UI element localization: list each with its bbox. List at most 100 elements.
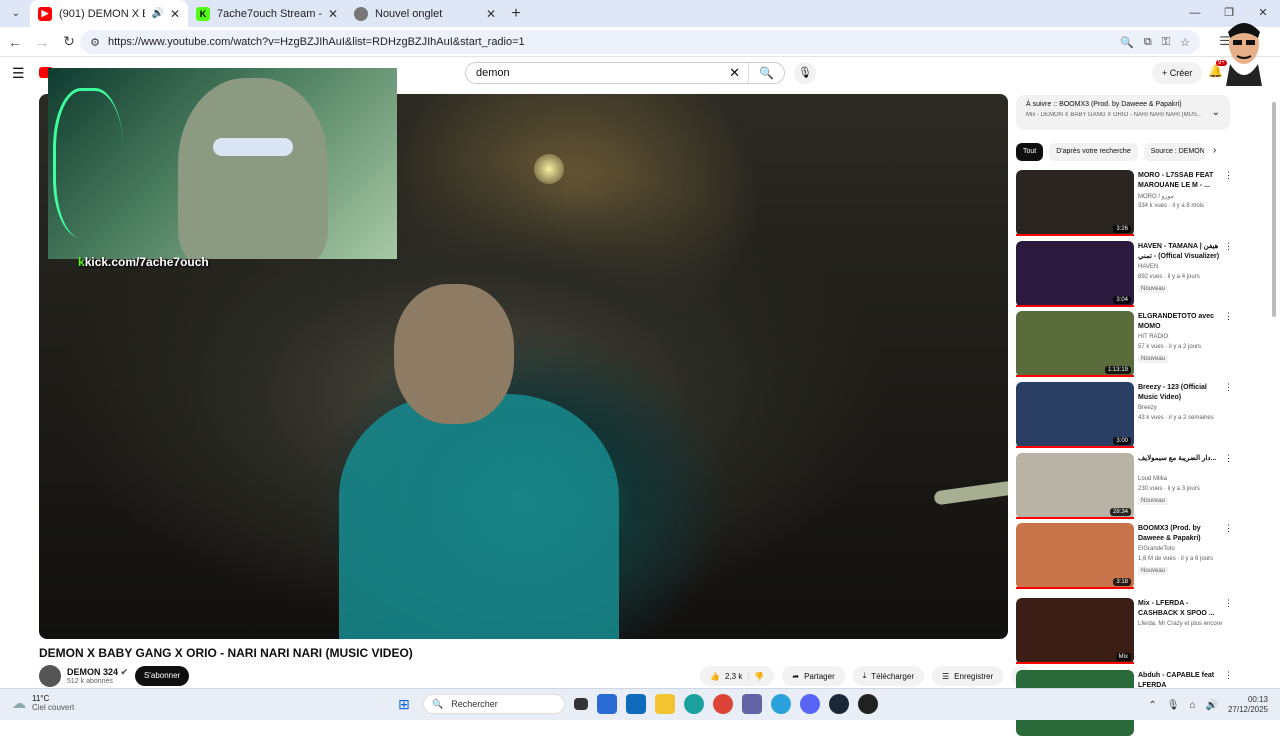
channel-avatar[interactable] — [39, 665, 61, 687]
tab-youtube[interactable]: ▶ (901) DEMON X BABY GANG X ORIO 🔊 ✕ — [30, 0, 188, 27]
recommendation-thumbnail[interactable]: 3:18 — [1016, 523, 1134, 589]
chevron-right-icon[interactable]: › — [1213, 145, 1216, 156]
more-options-icon[interactable]: ⋮ — [1224, 670, 1233, 681]
like-count[interactable]: 2,3 k — [725, 672, 742, 681]
task-view-icon[interactable] — [574, 698, 588, 710]
tab-close-icon[interactable]: ✕ — [328, 7, 338, 21]
recommendation-channel[interactable]: HIT RADIO — [1138, 334, 1168, 340]
recommendation-thumbnail[interactable]: 3:00 — [1016, 382, 1134, 448]
search-button-icon[interactable]: 🔍 — [748, 63, 784, 83]
network-icon[interactable]: ⌂ — [1189, 700, 1195, 711]
minimize-icon[interactable]: — — [1178, 0, 1212, 27]
chip-search[interactable]: D'après votre recherche — [1049, 143, 1138, 161]
chrome-icon[interactable] — [713, 694, 733, 714]
more-options-icon[interactable]: ⋮ — [1224, 453, 1233, 464]
forward-icon[interactable]: → — [30, 34, 54, 50]
subscribe-button[interactable]: S'abonner — [135, 666, 190, 686]
recommendation-channel[interactable]: Loud Milka — [1138, 476, 1167, 482]
telegram-icon[interactable] — [771, 694, 791, 714]
recommendation-item[interactable]: 3:04 HAVEN - TAMANA | هيفن - تمني (Offica… — [1016, 241, 1236, 307]
more-options-icon[interactable]: ⋮ — [1224, 311, 1233, 322]
password-key-icon[interactable]: ⚿ — [1162, 36, 1170, 49]
scrollbar[interactable] — [1270, 94, 1278, 688]
clock[interactable]: 00:13 27/12/2025 — [1228, 695, 1268, 715]
recommendation-item[interactable]: 3:26 MORO - L7SSAB FEAT MAROUANE LE M - .… — [1016, 170, 1236, 236]
tab-close-icon[interactable]: ✕ — [486, 7, 496, 21]
recommendation-title[interactable]: Mix - LFERDA - CASHBACK X SPOO ... — [1138, 599, 1222, 619]
edge-icon[interactable] — [684, 694, 704, 714]
scrollbar-thumb[interactable] — [1272, 102, 1276, 317]
recommendation-title[interactable]: MORO - L7SSAB FEAT MAROUANE LE M - ... — [1138, 171, 1222, 191]
more-options-icon[interactable]: ⋮ — [1224, 523, 1233, 534]
app-icon[interactable] — [858, 694, 878, 714]
recommendation-item[interactable]: Mix Mix - LFERDA - CASHBACK X SPOO ... Lfe… — [1016, 598, 1236, 664]
tab-close-icon[interactable]: ✕ — [170, 7, 180, 21]
clear-search-icon[interactable]: ✕ — [729, 65, 740, 81]
download-button[interactable]: ⤓ Télécharger — [852, 666, 924, 686]
teams-icon[interactable] — [742, 694, 762, 714]
recommendation-item[interactable]: 3:00 Breezy - 123 (Official Music Video) B… — [1016, 382, 1236, 448]
channel-name[interactable]: DEMON 324 ✔ — [67, 667, 128, 678]
share-button[interactable]: ➦ Partager — [782, 666, 845, 686]
recommendation-channel[interactable]: Lferda, Mr Crazy et plus encore — [1138, 621, 1222, 627]
cast-icon[interactable]: ⧉ — [1144, 36, 1152, 49]
search-input[interactable]: demon — [476, 67, 729, 79]
mic-tray-icon[interactable]: 🎙 — [1167, 700, 1180, 711]
back-icon[interactable]: ← — [3, 34, 27, 50]
taskbar-search[interactable]: 🔍 Rechercher — [423, 694, 565, 714]
tray-chevron-up-icon[interactable]: ⌃ — [1148, 700, 1156, 711]
save-button[interactable]: ☰ Enregistrer — [931, 666, 1004, 686]
chevron-down-icon[interactable]: ⌄ — [1212, 107, 1220, 118]
bookmark-star-icon[interactable]: ☆ — [1180, 36, 1190, 49]
chip-source[interactable]: Source : DEMON 324 — [1143, 143, 1204, 161]
more-options-icon[interactable]: ⋮ — [1224, 170, 1233, 181]
speaker-icon[interactable]: 🔊 — [151, 8, 163, 19]
recommendation-title[interactable]: دار الضريبة مع سيمولايف... — [1138, 454, 1222, 464]
recommendation-title[interactable]: Breezy - 123 (Official Music Video) — [1138, 383, 1222, 403]
more-options-icon[interactable]: ⋮ — [1224, 241, 1233, 252]
up-next-panel[interactable]: À suivre :: BOOMX3 (Prod. by Daweee & Pa… — [1016, 95, 1230, 130]
file-explorer-icon[interactable] — [655, 694, 675, 714]
omnibox[interactable]: ⚙ https://www.youtube.com/watch?v=HzgBZJ… — [80, 30, 1200, 54]
recommendation-channel[interactable]: MORO / مورو — [1138, 193, 1174, 200]
site-info-icon[interactable]: ⚙ — [84, 36, 106, 49]
reload-icon[interactable]: ↻ — [57, 33, 81, 50]
recommendation-thumbnail[interactable]: 3:26 — [1016, 170, 1134, 236]
recommendation-thumbnail[interactable]: 3:04 — [1016, 241, 1134, 307]
steam-icon[interactable] — [829, 694, 849, 714]
voice-search-icon[interactable]: 🎙 — [794, 62, 816, 84]
search-box[interactable]: demon ✕ 🔍 — [465, 62, 785, 84]
chip-all[interactable]: Tout — [1016, 143, 1044, 161]
recommendation-channel[interactable]: HAVEN — [1138, 264, 1158, 270]
tab-new[interactable]: Nouvel onglet ✕ — [346, 0, 504, 27]
weather-widget[interactable]: ☁ 11°C Ciel couvert — [12, 694, 74, 712]
volume-icon[interactable]: 🔊 — [1206, 700, 1218, 711]
notifications-icon[interactable]: 🔔 9+ — [1208, 60, 1227, 78]
recommendation-item[interactable]: 1:13:19 ELGRANDETOTO avec MOMO HIT RADIO 57… — [1016, 311, 1236, 377]
recommendation-channel[interactable]: Breezy — [1138, 405, 1157, 411]
recommendation-thumbnail[interactable]: 28:34 — [1016, 453, 1134, 519]
outlook-icon[interactable] — [626, 694, 646, 714]
create-button[interactable]: + Créer — [1152, 62, 1203, 84]
recommendation-thumbnail[interactable]: Mix — [1016, 598, 1134, 664]
recommendation-thumbnail[interactable]: 1:13:19 — [1016, 311, 1134, 377]
menu-icon[interactable]: ☰ — [12, 65, 25, 82]
tab-kick[interactable]: K 7ache7ouch Stream - Watch Live on Kick… — [188, 0, 346, 27]
recommendation-item[interactable]: 28:34 دار الضريبة مع سيمولايف... Loud Milk… — [1016, 453, 1236, 519]
recommendation-title[interactable]: ELGRANDETOTO avec MOMO — [1138, 312, 1222, 332]
url-text[interactable]: https://www.youtube.com/watch?v=HzgBZJIh… — [108, 36, 525, 48]
dislike-icon[interactable]: 👎 — [754, 672, 764, 681]
recommendation-item[interactable]: 3:18 BOOMX3 (Prod. by Daweee & Papakri) El… — [1016, 523, 1236, 589]
more-options-icon[interactable]: ⋮ — [1224, 382, 1233, 393]
recommendation-title[interactable]: HAVEN - TAMANA | هيفن - تمني (Offical Vi… — [1138, 242, 1222, 262]
store-icon[interactable] — [597, 694, 617, 714]
discord-icon[interactable] — [800, 694, 820, 714]
windows-start-icon[interactable]: ⊞ — [394, 694, 414, 714]
like-icon[interactable]: 👍 — [710, 672, 720, 681]
tab-search-icon[interactable]: ⌄ — [4, 3, 28, 25]
recommendation-title[interactable]: BOOMX3 (Prod. by Daweee & Papakri) — [1138, 524, 1222, 544]
zoom-icon[interactable]: 🔍 — [1120, 36, 1134, 49]
more-options-icon[interactable]: ⋮ — [1224, 598, 1233, 609]
recommendation-channel[interactable]: ElGrandeToto — [1138, 546, 1175, 552]
new-tab-button[interactable]: + — [504, 5, 528, 23]
